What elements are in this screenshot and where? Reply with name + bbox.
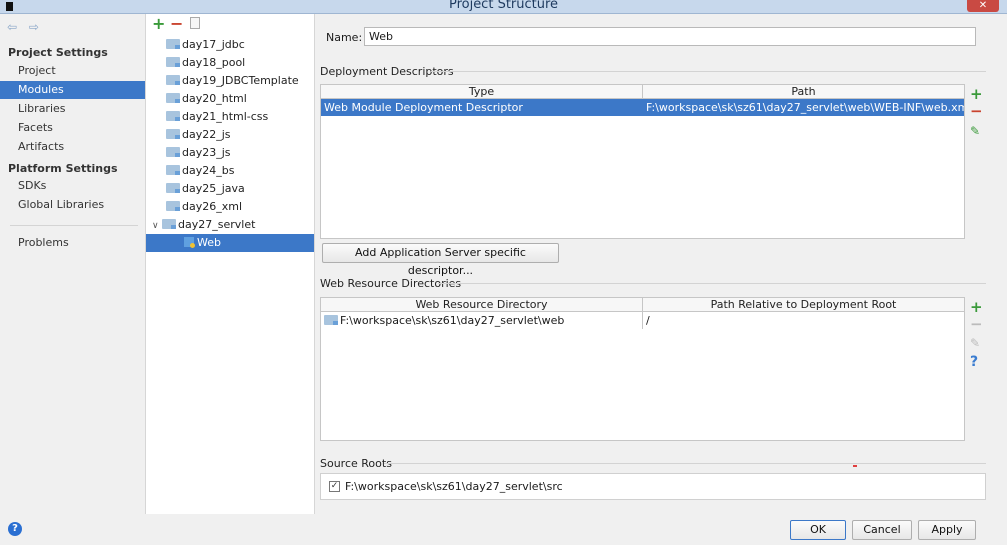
remove-module-icon[interactable]: − (170, 14, 183, 33)
module-folder-icon (166, 183, 180, 193)
add-server-descriptor-button[interactable]: Add Application Server specific descript… (322, 243, 559, 277)
descriptor-type-cell: Web Module Deployment Descriptor (324, 101, 523, 114)
descriptor-path-cell: F:\workspace\sk\sz61\day27_servlet\web\W… (646, 101, 964, 114)
module-folder-icon (166, 111, 180, 121)
source-root-checkbox[interactable]: ✓ (329, 481, 340, 492)
apply-button[interactable]: Apply (918, 520, 976, 540)
remove-descriptor-icon[interactable]: − (970, 102, 983, 120)
window-title: Project Structure (448, 0, 559, 12)
tree-item-day18[interactable]: day18_pool (146, 54, 314, 72)
nav-item-project[interactable]: Project (0, 62, 145, 80)
tree-item-day17[interactable]: day17_jdbc (146, 36, 314, 54)
platform-settings-header: Platform Settings (8, 162, 118, 175)
table-row[interactable]: Web Module Deployment Descriptor F:\work… (321, 99, 964, 116)
table-header: Web Resource Directory Path Relative to … (321, 298, 964, 312)
nav-item-problems[interactable]: Problems (0, 234, 145, 252)
web-facet-icon (184, 237, 195, 248)
cancel-button[interactable]: Cancel (852, 520, 912, 540)
module-folder-icon (166, 57, 180, 67)
module-folder-icon (166, 129, 180, 139)
nav-item-modules[interactable]: Modules (0, 81, 145, 99)
module-tree: + − day17_jdbc day18_pool day19_JDBCTemp… (145, 14, 315, 514)
edit-descriptor-icon[interactable]: ✎ (970, 124, 980, 138)
close-button[interactable]: ✕ (967, 0, 999, 12)
add-descriptor-icon[interactable]: + (970, 85, 983, 103)
column-header-directory[interactable]: Web Resource Directory (321, 298, 643, 312)
add-module-icon[interactable]: + (152, 14, 165, 33)
settings-nav: ⇦ ⇨ Project Settings Project Modules Lib… (0, 14, 145, 514)
help-button[interactable]: ? (8, 522, 22, 536)
tree-item-day23[interactable]: day23_js (146, 144, 314, 162)
source-root-path: F:\workspace\sk\sz61\day27_servlet\src (345, 480, 563, 493)
nav-item-artifacts[interactable]: Artifacts (0, 138, 145, 156)
tree-item-day19[interactable]: day19_JDBCTemplate (146, 72, 314, 90)
red-marker (853, 465, 857, 467)
web-resource-table[interactable]: Web Resource Directory Path Relative to … (320, 297, 965, 441)
deployment-descriptors-table[interactable]: Type Path Web Module Deployment Descript… (320, 84, 965, 239)
tree-item-day22[interactable]: day22_js (146, 126, 314, 144)
back-forward-icons[interactable]: ⇦ ⇨ (7, 20, 43, 34)
name-label: Name: (326, 31, 363, 44)
resource-directory-cell: F:\workspace\sk\sz61\day27_servlet\web (321, 312, 643, 329)
add-resource-icon[interactable]: + (970, 298, 983, 316)
nav-divider (10, 225, 138, 226)
dialog-footer: ? OK Cancel Apply (0, 514, 1007, 545)
copy-module-icon[interactable] (190, 17, 200, 29)
table-row[interactable]: F:\workspace\sk\sz61\day27_servlet\web / (321, 312, 964, 329)
facet-settings-panel: Name: Web Deployment Descriptors Type Pa… (316, 14, 1007, 514)
source-roots-title: Source Roots (320, 457, 392, 470)
tree-item-web-facet[interactable]: Web (146, 234, 314, 252)
tree-item-day26[interactable]: day26_xml (146, 198, 314, 216)
nav-item-global-libraries[interactable]: Global Libraries (0, 196, 145, 214)
chevron-down-icon[interactable]: ∨ (152, 217, 162, 235)
name-field[interactable]: Web (364, 27, 976, 46)
tree-item-day27[interactable]: ∨ day27_servlet (146, 216, 314, 234)
project-settings-header: Project Settings (8, 46, 108, 59)
table-header: Type Path (321, 85, 964, 99)
column-header-path[interactable]: Path (643, 85, 964, 99)
resources-toolbar: + − ✎ ? (964, 297, 986, 441)
module-folder-icon (166, 201, 180, 211)
tree-item-day24[interactable]: day24_bs (146, 162, 314, 180)
nav-item-libraries[interactable]: Libraries (0, 100, 145, 118)
tree-item-day21[interactable]: day21_html-css (146, 108, 314, 126)
module-folder-icon (166, 75, 180, 85)
section-divider (431, 71, 986, 72)
column-header-type[interactable]: Type (321, 85, 643, 99)
source-roots-list: ✓ F:\workspace\sk\sz61\day27_servlet\src (320, 473, 986, 500)
module-folder-icon (166, 165, 180, 175)
ok-button[interactable]: OK (790, 520, 846, 540)
relative-path-cell: / (646, 314, 650, 327)
module-folder-icon (166, 93, 180, 103)
edit-resource-icon[interactable]: ✎ (970, 336, 980, 350)
nav-item-facets[interactable]: Facets (0, 119, 145, 137)
tree-item-day20[interactable]: day20_html (146, 90, 314, 108)
module-folder-icon (166, 147, 180, 157)
remove-resource-icon[interactable]: − (970, 315, 983, 333)
help-icon[interactable]: ? (970, 354, 978, 370)
section-divider (384, 463, 986, 464)
web-folder-icon (324, 315, 338, 325)
nav-item-sdks[interactable]: SDKs (0, 177, 145, 195)
title-bar: Project Structure ✕ (0, 0, 1007, 14)
tree-item-day25[interactable]: day25_java (146, 180, 314, 198)
descriptors-toolbar: + − ✎ (964, 84, 986, 239)
section-divider (438, 283, 986, 284)
column-header-relative-path[interactable]: Path Relative to Deployment Root (643, 298, 964, 312)
module-folder-icon (166, 39, 180, 49)
module-folder-icon (162, 219, 176, 229)
